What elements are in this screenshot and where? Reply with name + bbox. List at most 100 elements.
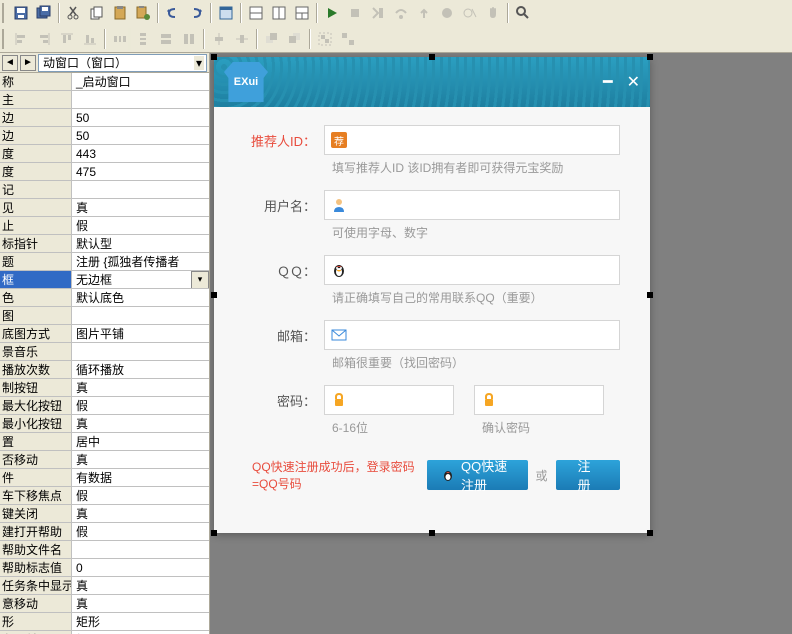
property-value[interactable]: 假 [72,217,209,234]
property-value[interactable]: _启动窗口 [72,73,209,90]
center-v-icon[interactable] [231,28,253,50]
property-row[interactable]: 形矩形 [0,613,209,631]
property-value[interactable]: 真 [72,199,209,216]
property-value[interactable]: 矩形 [72,613,209,630]
register-button[interactable]: 注册 [556,460,620,490]
align-bottom-icon[interactable] [79,28,101,50]
property-row[interactable]: 底图方式图片平铺 [0,325,209,343]
break-toggle-icon[interactable] [436,2,458,24]
property-value[interactable] [72,343,209,360]
prop-prev-icon[interactable]: ◄ [2,55,18,71]
property-row[interactable]: 色默认底色 [0,289,209,307]
password-confirm-input[interactable] [474,385,604,415]
align-top-icon[interactable] [56,28,78,50]
selection-handle[interactable] [211,54,217,60]
selection-handle[interactable] [647,292,653,298]
property-value[interactable]: 475 [72,163,209,180]
redo-icon[interactable] [185,2,207,24]
property-value[interactable] [72,91,209,108]
property-value[interactable]: 假 [72,397,209,414]
property-row[interactable]: 意移动真 [0,595,209,613]
same-w-icon[interactable] [155,28,177,50]
property-row[interactable]: 景音乐 [0,343,209,361]
property-row[interactable]: 播放次数循环播放 [0,361,209,379]
property-value[interactable]: 真 [72,451,209,468]
property-value[interactable]: 有数据 [72,469,209,486]
property-value[interactable]: 50 [72,109,209,126]
bring-front-icon[interactable] [261,28,283,50]
property-row[interactable]: 边50 [0,127,209,145]
layout3-icon[interactable] [291,2,313,24]
minimize-icon[interactable]: ━ [603,72,613,92]
property-value[interactable]: 居中 [72,433,209,450]
step-out-icon[interactable] [413,2,435,24]
layout1-icon[interactable] [245,2,267,24]
toolbar-grip[interactable] [2,29,6,49]
selection-handle[interactable] [647,54,653,60]
dist-v-icon[interactable] [132,28,154,50]
property-row[interactable]: 置居中 [0,433,209,451]
selection-handle[interactable] [647,530,653,536]
align-right-icon[interactable] [33,28,55,50]
property-value[interactable]: 假 [72,487,209,504]
property-value[interactable] [72,307,209,324]
property-value[interactable]: 443 [72,145,209,162]
form-designer-icon[interactable] [215,2,237,24]
property-value[interactable]: 图片平铺 [72,325,209,342]
dist-h-icon[interactable] [109,28,131,50]
property-row[interactable]: 车下移焦点假 [0,487,209,505]
run-icon[interactable] [321,2,343,24]
close-icon[interactable]: ✕ [627,72,640,92]
property-value[interactable] [72,181,209,198]
form-header[interactable]: EXui ━ ✕ [214,57,650,107]
property-row[interactable]: 否移动真 [0,451,209,469]
stop-icon[interactable] [344,2,366,24]
property-row[interactable]: 边50 [0,109,209,127]
hand-icon[interactable] [482,2,504,24]
property-value[interactable] [72,541,209,558]
property-row[interactable]: 最大化按钮假 [0,397,209,415]
layout2-icon[interactable] [268,2,290,24]
break-clear-icon[interactable] [459,2,481,24]
selection-handle[interactable] [211,530,217,536]
property-row[interactable]: 标指针默认型 [0,235,209,253]
copy-icon[interactable] [86,2,108,24]
property-row[interactable]: 制按钮真 [0,379,209,397]
selection-handle[interactable] [429,54,435,60]
property-row[interactable]: 框无边框 [0,271,209,289]
property-value[interactable]: 真 [72,577,209,594]
property-row[interactable]: 称_启动窗口 [0,73,209,91]
property-row[interactable]: 主 [0,91,209,109]
ungroup-icon[interactable] [337,28,359,50]
property-row[interactable]: 键关闭真 [0,505,209,523]
property-value[interactable]: 真 [72,415,209,432]
selection-handle[interactable] [211,292,217,298]
save-icon[interactable] [10,2,32,24]
qq-input[interactable] [324,255,620,285]
property-value[interactable]: 50 [72,127,209,144]
property-value[interactable]: 循环播放 [72,361,209,378]
design-area[interactable]: EXui ━ ✕ 推荐人ID： 荐 填写推荐人ID 该ID拥有者即可获得元宝奖励 [210,53,792,634]
property-row[interactable]: 度443 [0,145,209,163]
property-row[interactable]: 帮助文件名 [0,541,209,559]
password-input[interactable] [324,385,454,415]
property-selector[interactable]: 动窗口（窗口） [38,54,207,72]
toolbar-grip[interactable] [2,3,6,23]
property-value[interactable]: 0 [72,559,209,576]
cut-icon[interactable] [63,2,85,24]
property-grid[interactable]: 称_启动窗口主边50边50度443度475记见真止假标指针默认型题注册 {孤独者… [0,73,209,634]
property-row[interactable]: 图 [0,307,209,325]
selection-handle[interactable] [429,530,435,536]
property-row[interactable]: 记 [0,181,209,199]
property-value[interactable]: 默认底色 [72,289,209,306]
username-input[interactable] [324,190,620,220]
property-value[interactable]: 注册 {孤独者传播者 [72,253,209,270]
center-h-icon[interactable] [208,28,230,50]
property-value[interactable]: 真 [72,505,209,522]
property-row[interactable]: 件有数据 [0,469,209,487]
property-value[interactable]: 无边框 [72,271,209,288]
property-value[interactable]: 默认型 [72,235,209,252]
property-value[interactable]: 真 [72,595,209,612]
undo-icon[interactable] [162,2,184,24]
property-row[interactable]: 止假 [0,217,209,235]
